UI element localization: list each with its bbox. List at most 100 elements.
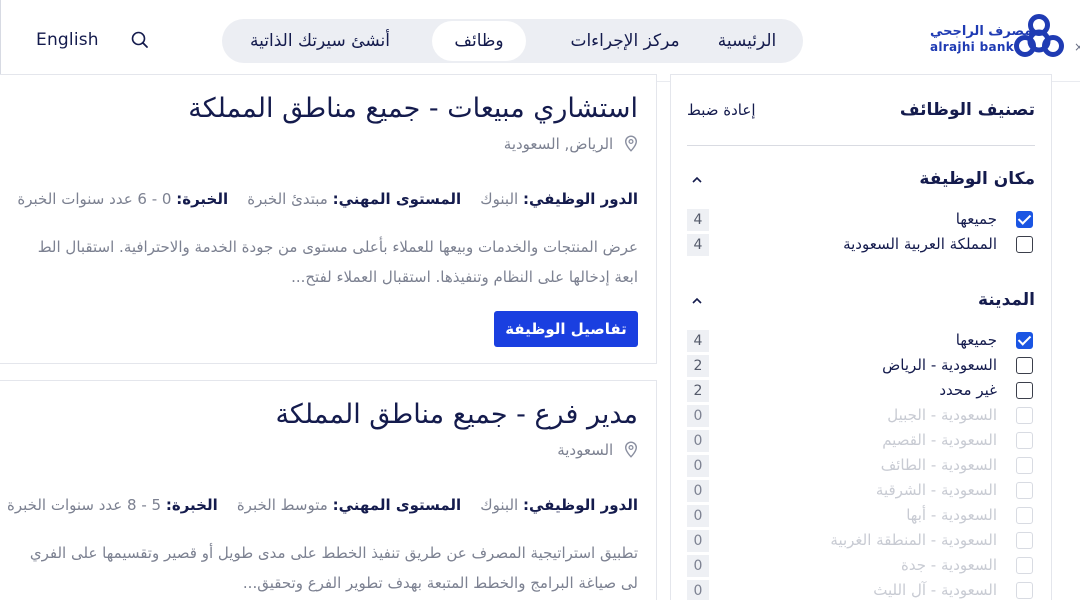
filter-option[interactable]: المملكة العربية السعودية 4	[687, 234, 1035, 256]
experience-label: الخبرة:	[165, 496, 218, 514]
role-value: البنوك	[480, 496, 519, 514]
option-label: السعودية - أبها	[906, 506, 997, 524]
bank-logo-icon[interactable]	[1012, 14, 1066, 62]
checkbox	[1016, 457, 1033, 474]
option-count: 4	[687, 209, 709, 231]
option-count: 4	[687, 330, 709, 352]
job-description: ابعة إدخالها على النظام وتنفيذها. استقبا…	[291, 268, 638, 286]
checkbox[interactable]	[1016, 382, 1033, 399]
checkbox[interactable]	[1016, 211, 1033, 228]
reset-filters-link[interactable]: إعادة ضبط	[687, 101, 756, 119]
option-label: السعودية - المنطقة الغربية	[830, 531, 997, 549]
location-pin-icon	[624, 441, 638, 458]
level-value: مبتدئ الخبرة	[247, 190, 328, 208]
filter-option[interactable]: جميعها 4	[687, 209, 1035, 231]
location-pin-icon	[624, 135, 638, 152]
option-label: غير محدد	[939, 381, 997, 399]
checkbox	[1016, 432, 1033, 449]
role-value: البنوك	[480, 190, 519, 208]
option-label: جميعها	[955, 210, 997, 228]
checkbox	[1016, 557, 1033, 574]
location-text: الرياض, السعودية	[503, 135, 614, 153]
nav-create-cv[interactable]: أنشئ سيرتك الذاتية	[236, 19, 404, 63]
option-count: 0	[687, 530, 709, 552]
nav-actions-center[interactable]: مركز الإجراءات	[548, 19, 702, 63]
filter-option[interactable]: جميعها 4	[687, 330, 1035, 352]
experience-value: 5 - 8 عدد سنوات الخبرة	[6, 496, 162, 514]
filter-option[interactable]: السعودية - الرياض 2	[687, 355, 1035, 377]
divider	[687, 145, 1035, 146]
option-count: 0	[687, 480, 709, 502]
role-label: الدور الوظيفي:	[522, 190, 638, 208]
option-count: 2	[687, 380, 709, 402]
job-location: الرياض, السعودية	[504, 135, 638, 153]
site-header: English أنشئ سيرتك الذاتية وظائف مركز ال…	[0, 0, 1080, 100]
level-label: المستوى المهني:	[332, 496, 462, 514]
option-count: 0	[687, 455, 709, 477]
chevron-up-icon[interactable]	[691, 297, 703, 305]
scroll-marker: ×	[1074, 40, 1080, 54]
job-card: استشاري مبيعات - جميع مناطق المملكة الري…	[0, 74, 657, 364]
job-details-button[interactable]: تفاصيل الوظيفة	[494, 311, 638, 347]
option-label: السعودية - القصيم	[882, 431, 997, 449]
checkbox	[1016, 582, 1033, 599]
checkbox[interactable]	[1016, 332, 1033, 349]
option-count: 4	[687, 234, 709, 256]
experience-value: 0 - 6 عدد سنوات الخبرة	[17, 190, 172, 208]
option-label: السعودية - آل الليث	[873, 581, 997, 599]
level-label: المستوى المهني:	[332, 190, 462, 208]
option-label: جميعها	[955, 331, 997, 349]
option-count: 0	[687, 405, 709, 427]
option-count: 0	[687, 555, 709, 577]
chevron-up-icon[interactable]	[691, 176, 703, 184]
filter-option: السعودية - المنطقة الغربية 0	[687, 530, 1035, 552]
checkbox	[1016, 482, 1033, 499]
filter-title: تصنيف الوظائف	[899, 100, 1035, 120]
option-label: السعودية - الجبيل	[887, 406, 997, 424]
job-location-title: مكان الوظيفة	[919, 169, 1035, 189]
location-text: السعودية	[557, 441, 614, 459]
filter-option: السعودية - جدة 0	[687, 555, 1035, 577]
nav-jobs[interactable]: وظائف	[432, 21, 526, 61]
filter-option: السعودية - أبها 0	[687, 505, 1035, 527]
job-meta: الدور الوظيفي: البنوك المستوى المهني: مت…	[7, 496, 638, 514]
language-switch[interactable]: English	[36, 30, 99, 50]
option-count: 0	[687, 430, 709, 452]
checkbox[interactable]	[1016, 357, 1033, 374]
option-label: السعودية - جدة	[901, 556, 997, 574]
checkbox[interactable]	[1016, 236, 1033, 253]
job-description: لى صياغة البرامج والخطط المتبعة بهدف تطو…	[242, 574, 638, 592]
filter-option: السعودية - القصيم 0	[687, 430, 1035, 452]
main-nav: أنشئ سيرتك الذاتية وظائف مركز الإجراءات …	[222, 19, 803, 63]
job-description: تطبيق استراتيجية المصرف عن طريق تنفيذ ال…	[29, 544, 638, 562]
job-description: عرض المنتجات والخدمات وبيعها للعملاء بأع…	[37, 238, 638, 256]
filter-option[interactable]: غير محدد 2	[687, 380, 1035, 402]
option-count: 2	[687, 355, 709, 377]
filter-option: السعودية - آل الليث 0	[687, 580, 1035, 600]
option-label: السعودية - الشرقية	[875, 481, 997, 499]
job-title[interactable]: مدير فرع - جميع مناطق المملكة	[275, 399, 638, 430]
role-label: الدور الوظيفي:	[522, 496, 638, 514]
job-location: السعودية	[557, 441, 638, 459]
logo-text-en: alrajhi bank	[930, 40, 1014, 54]
option-label: السعودية - الرياض	[882, 356, 997, 374]
checkbox	[1016, 407, 1033, 424]
checkbox	[1016, 507, 1033, 524]
level-value: متوسط الخبرة	[236, 496, 328, 514]
filter-option: السعودية - الشرقية 0	[687, 480, 1035, 502]
option-label: المملكة العربية السعودية	[843, 235, 997, 253]
job-filter-sidebar: تصنيف الوظائف إعادة ضبط مكان الوظيفة جمي…	[670, 74, 1052, 600]
job-card: مدير فرع - جميع مناطق المملكة السعودية ا…	[0, 380, 657, 600]
search-icon[interactable]	[130, 30, 150, 50]
option-count: 0	[687, 505, 709, 527]
job-meta: الدور الوظيفي: البنوك المستوى المهني: مب…	[17, 190, 638, 208]
checkbox	[1016, 532, 1033, 549]
city-title: المدينة	[977, 290, 1035, 310]
option-count: 0	[687, 580, 709, 600]
option-label: السعودية - الطائف	[880, 456, 997, 474]
filter-option: السعودية - الجبيل 0	[687, 405, 1035, 427]
nav-home[interactable]: الرئيسية	[706, 19, 788, 63]
job-title[interactable]: استشاري مبيعات - جميع مناطق المملكة	[188, 93, 638, 124]
filter-option: السعودية - الطائف 0	[687, 455, 1035, 477]
experience-label: الخبرة:	[176, 190, 229, 208]
